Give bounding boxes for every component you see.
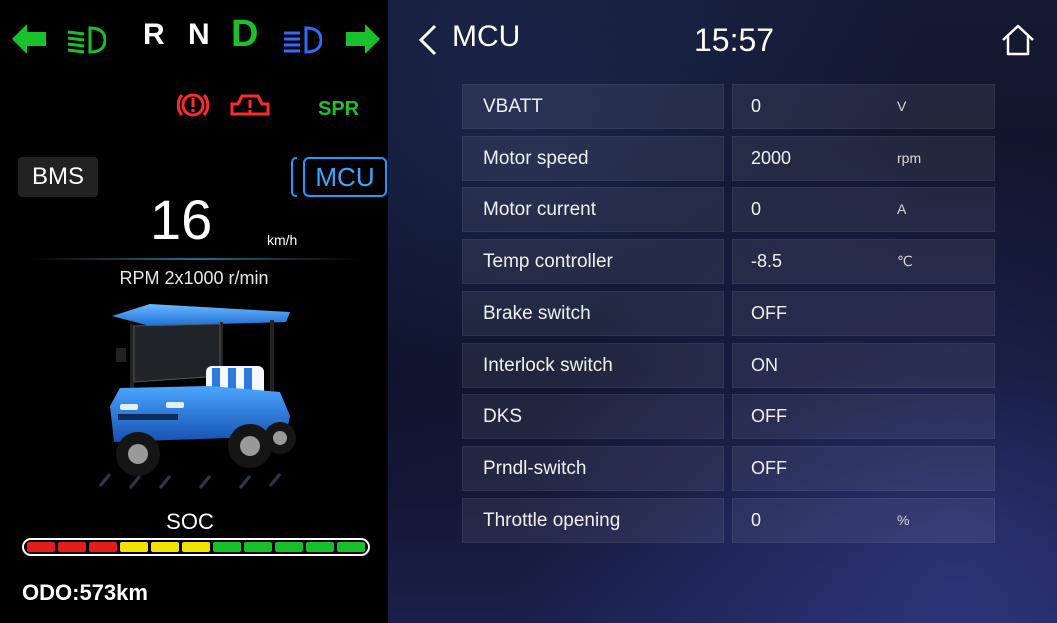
turn-left-icon (12, 24, 46, 54)
param-label: Motor speed (462, 135, 724, 181)
soc-segment (244, 542, 272, 552)
param-value-text: 0 (751, 199, 762, 220)
param-value-text: OFF (751, 302, 787, 323)
param-value: 0A (732, 187, 995, 233)
mcu-button[interactable]: MCU (303, 157, 387, 197)
param-label: DKS (462, 394, 724, 440)
param-unit: A (897, 201, 907, 218)
param-unit: ℃ (897, 253, 913, 270)
soc-segment (306, 542, 334, 552)
gear-n: N (188, 18, 210, 51)
table-row: Motor speed 2000 rpm (462, 135, 995, 181)
spr-indicator: SPR (318, 98, 360, 120)
param-label: Motor current (462, 187, 724, 233)
gear-r: R (143, 18, 165, 51)
param-unit: % (897, 511, 910, 528)
gear-indicator-bar: R N D (0, 0, 388, 80)
rpm-text: RPM 2x1000 r/min (119, 268, 269, 288)
high-beam-icon (284, 26, 322, 54)
gear-d: D (231, 13, 259, 55)
soc-label: SOC (166, 509, 214, 534)
home-icon[interactable] (1000, 22, 1036, 58)
table-row: Throttle opening 0% (462, 497, 995, 543)
param-value-text: 2000 (751, 147, 792, 168)
soc-segment (27, 542, 55, 552)
param-label: Prndl-switch (462, 445, 724, 491)
soc-segment (337, 542, 365, 552)
parking-brake-icon (177, 93, 209, 117)
table-row: Interlock switch ON (462, 342, 995, 388)
soc-segment (120, 542, 148, 552)
table-row: DKS OFF (462, 394, 995, 440)
table-row: Temp controller -8.5 ℃ (462, 239, 995, 285)
param-value: 0V (732, 84, 995, 129)
mcu-bracket-decoration (291, 157, 297, 197)
param-value: 0% (732, 497, 995, 543)
bms-button[interactable]: BMS (18, 157, 98, 197)
param-label: Temp controller (462, 239, 724, 285)
soc-segment (151, 542, 179, 552)
param-label: Brake switch (462, 290, 724, 336)
param-value: ON (732, 342, 995, 388)
param-label: Interlock switch (462, 342, 724, 388)
table-row: Brake switch OFF (462, 290, 995, 336)
soc-segment (213, 542, 241, 552)
soc-segment (58, 542, 86, 552)
param-value: OFF (732, 290, 995, 336)
soc-segment (275, 542, 303, 552)
param-value: OFF (732, 394, 995, 440)
speed-value: 16 (150, 188, 213, 251)
param-value-text: 0 (751, 96, 762, 116)
param-label: VBATT (462, 84, 724, 129)
golf-cart-image (98, 304, 296, 489)
odometer: ODO:573km (22, 580, 148, 605)
turn-right-icon (346, 24, 380, 54)
divider (30, 258, 360, 260)
table-row: Motor current 0 A (462, 187, 995, 233)
param-value-text: OFF (751, 457, 787, 478)
param-value: -8.5 ℃ (732, 239, 995, 285)
speed-unit: km/h (267, 232, 298, 248)
param-value-text: 0 (751, 509, 762, 530)
soc-segment (182, 542, 210, 552)
param-value: OFF (732, 445, 995, 491)
param-value: 2000 rpm (732, 135, 995, 181)
right-panel: MCU 15:57 VBATT 0 V Motor speed 2000 rpm Motor… (388, 0, 1057, 623)
param-value-text: -8.5 (751, 251, 783, 272)
table-row: Prndl-switch OFF (462, 445, 995, 491)
param-value-text: ON (751, 354, 778, 375)
page-title: MCU (452, 20, 521, 53)
param-value-text: OFF (751, 406, 787, 427)
back-chevron-icon[interactable] (418, 22, 438, 58)
left-panel: R N D SPR BMS MCU 16 km/h RPM 2x1000 r/m… (0, 0, 388, 623)
table-row: VBATT 0 V (462, 84, 995, 129)
param-unit: V (897, 98, 907, 114)
vehicle-fault-icon (230, 94, 270, 116)
soc-segment (89, 542, 117, 552)
param-label: Throttle opening (462, 497, 724, 543)
param-unit: rpm (897, 149, 922, 166)
soc-bar (22, 538, 370, 556)
clock: 15:57 (694, 22, 775, 58)
low-beam-icon (67, 26, 106, 54)
